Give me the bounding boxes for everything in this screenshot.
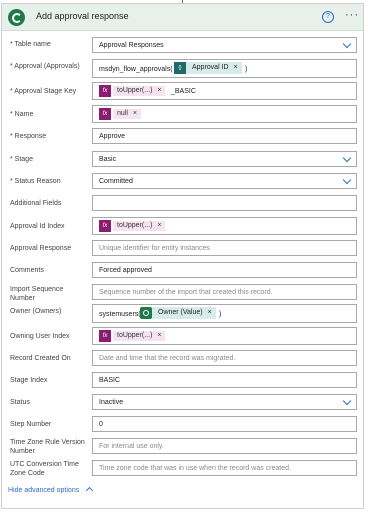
field-label: * Response: [10, 133, 47, 140]
token-remove-icon[interactable]: ×: [157, 87, 161, 94]
field-placeholder: Sequence number of the import that creat…: [99, 289, 273, 296]
dataverse-icon: [8, 9, 25, 26]
stage-select[interactable]: Basic: [92, 151, 357, 167]
field-suffix: ): [245, 66, 248, 73]
chevron-down-icon[interactable]: [342, 39, 352, 49]
field-label: Owning User Index: [10, 333, 70, 340]
field-value: Forced approved: [99, 267, 152, 274]
field-label: Additional Fields: [10, 200, 62, 207]
expression-icon: fx: [99, 85, 111, 97]
token-expression[interactable]: toUpper(...) ×: [113, 221, 166, 231]
additional-fields-input[interactable]: [92, 195, 357, 211]
field-value: Inactive: [99, 399, 124, 406]
field-label: Approval Response: [10, 245, 72, 252]
expression-icon: fx: [99, 108, 111, 120]
field-value: Basic: [99, 156, 117, 163]
token-remove-icon[interactable]: ×: [208, 309, 212, 316]
token-label: toUpper(...): [117, 87, 153, 94]
field-label: Time Zone Rule Version Number: [10, 439, 85, 455]
field-value: msdyn_flow_approvals(: [99, 66, 173, 73]
token-label: Approval ID: [192, 64, 229, 71]
field-label: * Status Reason: [10, 178, 61, 185]
approval-input[interactable]: msdyn_flow_approvals( {} Approval ID × ): [92, 59, 357, 78]
token-null[interactable]: null ×: [113, 109, 141, 119]
field-placeholder: For internal use only.: [99, 443, 164, 450]
field-value: BASIC: [99, 377, 121, 384]
field-value: Committed: [99, 178, 133, 185]
field-label: Record Created On: [10, 355, 71, 362]
dataverse-icon: [140, 307, 152, 319]
token-label: toUpper(...): [117, 332, 153, 339]
token-remove-icon[interactable]: ×: [133, 110, 137, 117]
field-label: Status: [10, 399, 30, 406]
token-approval-id[interactable]: Approval ID ×: [186, 62, 242, 74]
time-zone-rule-version-number-input[interactable]: For internal use only.: [92, 438, 357, 454]
field-suffix: ): [219, 311, 222, 318]
field-value: Approve: [99, 133, 126, 140]
field-placeholder: Date and time that the record was migrat…: [99, 355, 236, 362]
field-label: Approval Id Index: [10, 223, 65, 230]
action-card: Add approval response ? ··· * Table name…: [1, 3, 364, 509]
utc-conversion-time-zone-code-input[interactable]: Time zone code that was in use when the …: [92, 460, 357, 476]
field-value: Approval Responses: [99, 42, 164, 49]
field-label: * Approval (Approvals): [10, 63, 80, 70]
field-label: Stage Index: [10, 377, 48, 384]
owner-input[interactable]: systemusers( Owner (Value) × ): [92, 304, 357, 323]
import-sequence-number-input[interactable]: Sequence number of the import that creat…: [92, 284, 357, 300]
comments-input[interactable]: Forced approved: [92, 262, 357, 278]
approval-id-index-input[interactable]: fx toUpper(...) ×: [92, 217, 357, 235]
approval-stage-key-input[interactable]: fx toUpper(...) × _BASIC: [92, 82, 357, 100]
token-remove-icon[interactable]: ×: [157, 332, 161, 339]
stage-index-input[interactable]: BASIC: [92, 372, 357, 388]
field-label: UTC Conversion Time Zone Code: [10, 461, 79, 477]
status-select[interactable]: Inactive: [92, 394, 357, 410]
field-suffix: _BASIC: [171, 88, 196, 95]
token-remove-icon[interactable]: ×: [234, 64, 238, 71]
field-label: Owner (Owners): [10, 308, 62, 315]
step-number-input[interactable]: 0: [92, 416, 357, 432]
token-expression[interactable]: toUpper(...) ×: [113, 86, 166, 96]
token-label: toUpper(...): [117, 222, 153, 229]
field-value: systemusers(: [99, 311, 141, 318]
field-label: Comments: [10, 267, 44, 274]
token-label: null: [117, 110, 128, 117]
dynamic-content-icon: {}: [174, 62, 186, 74]
chevron-down-icon[interactable]: [342, 175, 352, 185]
field-label: Step Number: [10, 421, 52, 428]
field-label: * Stage: [10, 156, 33, 163]
field-label: * Table name: [10, 41, 51, 48]
field-label: * Name: [10, 111, 34, 118]
chevron-down-icon[interactable]: [342, 153, 352, 163]
name-input[interactable]: fx null ×: [92, 105, 357, 123]
help-icon[interactable]: ?: [322, 11, 334, 23]
hide-advanced-options-link[interactable]: Hide advanced options: [8, 487, 79, 494]
token-owner-value[interactable]: Owner (Value) ×: [152, 307, 216, 319]
table-name-select[interactable]: Approval Responses: [92, 37, 357, 53]
field-placeholder: Time zone code that was in use when the …: [99, 465, 291, 472]
status-reason-select[interactable]: Committed: [92, 173, 357, 189]
field-label: Import Sequence Number: [10, 286, 64, 302]
field-label: * Approval Stage Key: [10, 88, 77, 95]
expression-icon: fx: [99, 330, 111, 342]
card-header[interactable]: Add approval response ? ···: [2, 4, 363, 31]
token-remove-icon[interactable]: ×: [157, 222, 161, 229]
card-title: Add approval response: [36, 11, 129, 21]
more-options-icon[interactable]: ···: [345, 9, 359, 21]
expression-icon: fx: [99, 220, 111, 232]
chevron-down-icon[interactable]: [342, 396, 352, 406]
approval-response-input[interactable]: Unique identifier for entity instances: [92, 240, 357, 256]
response-input[interactable]: Approve: [92, 128, 357, 144]
token-label: Owner (Value): [158, 309, 203, 316]
field-value: 0: [99, 421, 103, 428]
record-created-on-input[interactable]: Date and time that the record was migrat…: [92, 350, 357, 366]
owning-user-index-input[interactable]: fx toUpper(...) ×: [92, 327, 357, 345]
field-placeholder: Unique identifier for entity instances: [99, 245, 210, 252]
token-expression[interactable]: toUpper(...) ×: [113, 331, 166, 341]
